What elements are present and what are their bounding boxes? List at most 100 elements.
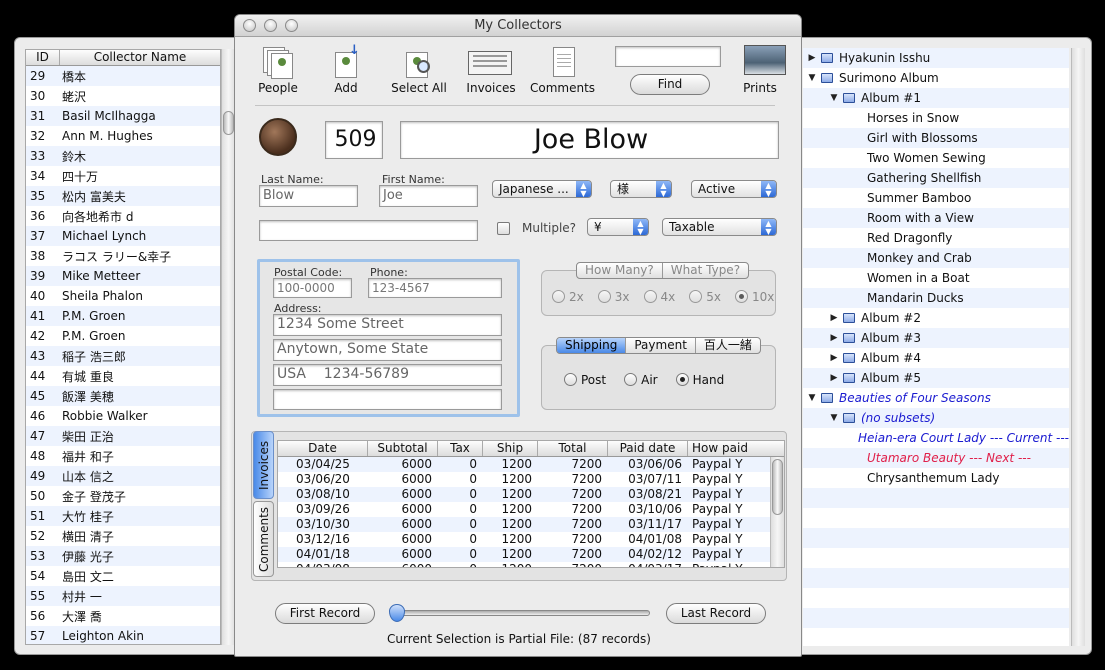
table-row[interactable]: 57 Leighton Akin xyxy=(26,626,220,644)
last-record-button[interactable]: Last Record xyxy=(666,603,766,624)
disclosure-closed-icon[interactable]: ▶ xyxy=(807,53,817,63)
table-row[interactable]: 50 金子 登茂子 xyxy=(26,486,220,506)
table-row[interactable]: 03/12/16 6000 0 1200 7200 04/01/08 Paypal Y xyxy=(278,532,784,547)
table-row[interactable]: 55 村井 一 xyxy=(26,586,220,606)
disclosure-open-icon[interactable]: ▼ xyxy=(807,393,817,403)
record-id-field[interactable]: 509 xyxy=(325,121,383,159)
column-header-how-paid[interactable]: How paid xyxy=(688,441,748,456)
status-select[interactable]: Active ▲ ▼ xyxy=(691,180,777,198)
table-row[interactable]: 32 Ann M. Hughes xyxy=(26,126,220,146)
table-row[interactable]: 40 Sheila Phalon xyxy=(26,286,220,306)
tab-hyakunin[interactable]: 百人一緒 xyxy=(696,338,760,353)
table-row[interactable]: 42 P.M. Groen xyxy=(26,326,220,346)
outline-item[interactable]: Mandarin Ducks xyxy=(803,288,1069,308)
outline-item[interactable]: Girl with Blossoms xyxy=(803,128,1069,148)
table-row[interactable]: 29 橋本 xyxy=(26,66,220,86)
table-row[interactable]: 47 柴田 正治 xyxy=(26,426,220,446)
table-row[interactable]: 53 伊藤 光子 xyxy=(26,546,220,566)
address-line-3[interactable]: USA 1234-56789 xyxy=(273,364,502,386)
collectors-scroll-thumb[interactable] xyxy=(223,111,234,135)
table-row[interactable]: 45 飯澤 美穂 xyxy=(26,386,220,406)
disclosure-open-icon[interactable]: ▼ xyxy=(829,413,839,423)
table-row[interactable]: 33 鈴木 xyxy=(26,146,220,166)
slider-thumb[interactable] xyxy=(389,604,405,622)
prints-scrollbar[interactable] xyxy=(1071,48,1085,646)
how-many-radio[interactable]: 2x xyxy=(552,290,584,304)
invoices-scrollbar[interactable] xyxy=(770,457,784,567)
disclosure-closed-icon[interactable]: ▶ xyxy=(829,333,839,343)
phone-field[interactable]: 123-4567 xyxy=(368,278,502,298)
outline-item[interactable]: ▶ Album #4 xyxy=(803,348,1069,368)
outline-item[interactable]: Horses in Snow xyxy=(803,108,1069,128)
disclosure-closed-icon[interactable]: ▶ xyxy=(829,373,839,383)
outline-item[interactable]: ▼ Beauties of Four Seasons xyxy=(803,388,1069,408)
tab-invoices[interactable]: Invoices xyxy=(253,431,274,499)
outline-item[interactable]: ▼ Album #1 xyxy=(803,88,1069,108)
column-header-id[interactable]: ID xyxy=(26,50,60,65)
outline-item[interactable]: Two Women Sewing xyxy=(803,148,1069,168)
outline-item[interactable]: ▼ (no subsets) xyxy=(803,408,1069,428)
column-header-collector-name[interactable]: Collector Name xyxy=(60,50,220,65)
how-many-radio[interactable]: 4x xyxy=(643,290,675,304)
address-line-1[interactable]: 1234 Some Street xyxy=(273,314,502,336)
honorific-select[interactable]: 様 ▲ ▼ xyxy=(610,180,672,198)
how-many-radio[interactable]: 5x xyxy=(689,290,721,304)
disclosure-open-icon[interactable]: ▼ xyxy=(807,73,817,83)
table-row[interactable]: 03/06/20 6000 0 1200 7200 03/07/11 Paypal Y xyxy=(278,472,784,487)
outline-item[interactable]: Heian-era Court Lady --- Current --- xyxy=(803,428,1069,448)
address-line-4[interactable] xyxy=(273,389,502,410)
table-row[interactable]: 04/03/08600001200720004/03/17Paypal Y xyxy=(278,562,784,567)
outline-item[interactable]: Gathering Shellfish xyxy=(803,168,1069,188)
search-field[interactable] xyxy=(615,46,721,67)
outline-item[interactable]: Utamaro Beauty --- Next --- xyxy=(803,448,1069,468)
shipping-radio[interactable]: Air xyxy=(624,373,658,387)
outline-item[interactable]: Room with a View xyxy=(803,208,1069,228)
table-row[interactable]: 30 蛯沢 xyxy=(26,86,220,106)
table-row[interactable]: 41 P.M. Groen xyxy=(26,306,220,326)
extra-field[interactable] xyxy=(259,220,478,241)
collectors-scrollbar[interactable] xyxy=(221,49,235,645)
address-line-2[interactable]: Anytown, Some State xyxy=(273,339,502,361)
column-header-subtotal[interactable]: Subtotal xyxy=(368,441,438,456)
column-header-total[interactable]: Total xyxy=(538,441,608,456)
minimize-button[interactable] xyxy=(264,19,277,32)
table-row[interactable]: 46 Robbie Walker xyxy=(26,406,220,426)
full-name-field[interactable]: Joe Blow xyxy=(400,121,779,159)
shipping-radio[interactable]: Post xyxy=(564,373,606,387)
column-header-paid-date[interactable]: Paid date xyxy=(608,441,688,456)
record-slider[interactable] xyxy=(395,610,650,616)
table-row[interactable]: 35 松内 富美夫 xyxy=(26,186,220,206)
tab-comments[interactable]: Comments xyxy=(253,501,274,577)
prints-button[interactable]: Prints xyxy=(728,45,792,95)
tab-what-type[interactable]: What Type? xyxy=(663,263,748,278)
table-row[interactable]: 39 Mike Metteer xyxy=(26,266,220,286)
table-row[interactable]: 43 稲子 浩三郎 xyxy=(26,346,220,366)
multiple-checkbox[interactable] xyxy=(497,222,510,235)
disclosure-closed-icon[interactable]: ▶ xyxy=(829,313,839,323)
currency-select[interactable]: ¥ ▲ ▼ xyxy=(587,218,649,236)
outline-item[interactable]: ▶ Album #3 xyxy=(803,328,1069,348)
add-button[interactable]: ↓ Add xyxy=(314,43,378,95)
outline-item[interactable]: Red Dragonfly xyxy=(803,228,1069,248)
table-row[interactable]: 31 Basil McIlhagga xyxy=(26,106,220,126)
outline-item[interactable]: ▼ Surimono Album xyxy=(803,68,1069,88)
invoices-button[interactable]: Invoices xyxy=(459,45,523,95)
table-row[interactable]: 52 横田 清子 xyxy=(26,526,220,546)
outline-item[interactable]: ▶ Album #5 xyxy=(803,368,1069,388)
tab-shipping[interactable]: Shipping xyxy=(557,338,627,353)
select-all-button[interactable]: Select All xyxy=(387,45,451,95)
language-select[interactable]: Japanese ... ▲ ▼ xyxy=(492,180,592,198)
outline-item[interactable]: Summer Bamboo xyxy=(803,188,1069,208)
close-button[interactable] xyxy=(243,19,256,32)
column-header-ship[interactable]: Ship xyxy=(483,441,538,456)
shipping-radio[interactable]: Hand xyxy=(675,373,724,387)
how-many-radio[interactable]: 3x xyxy=(597,290,630,304)
table-row[interactable]: 44 有城 重良 xyxy=(26,366,220,386)
comments-button[interactable]: Comments xyxy=(530,45,595,95)
table-row[interactable]: 38 ラコス ラリー&幸子 xyxy=(26,246,220,266)
invoices-scroll-thumb[interactable] xyxy=(772,459,783,515)
how-many-radio[interactable]: 10x xyxy=(735,290,774,304)
outline-item[interactable]: Chrysanthemum Lady xyxy=(803,468,1069,488)
outline-item[interactable]: Women in a Boat xyxy=(803,268,1069,288)
table-row[interactable]: 37 Michael Lynch xyxy=(26,226,220,246)
